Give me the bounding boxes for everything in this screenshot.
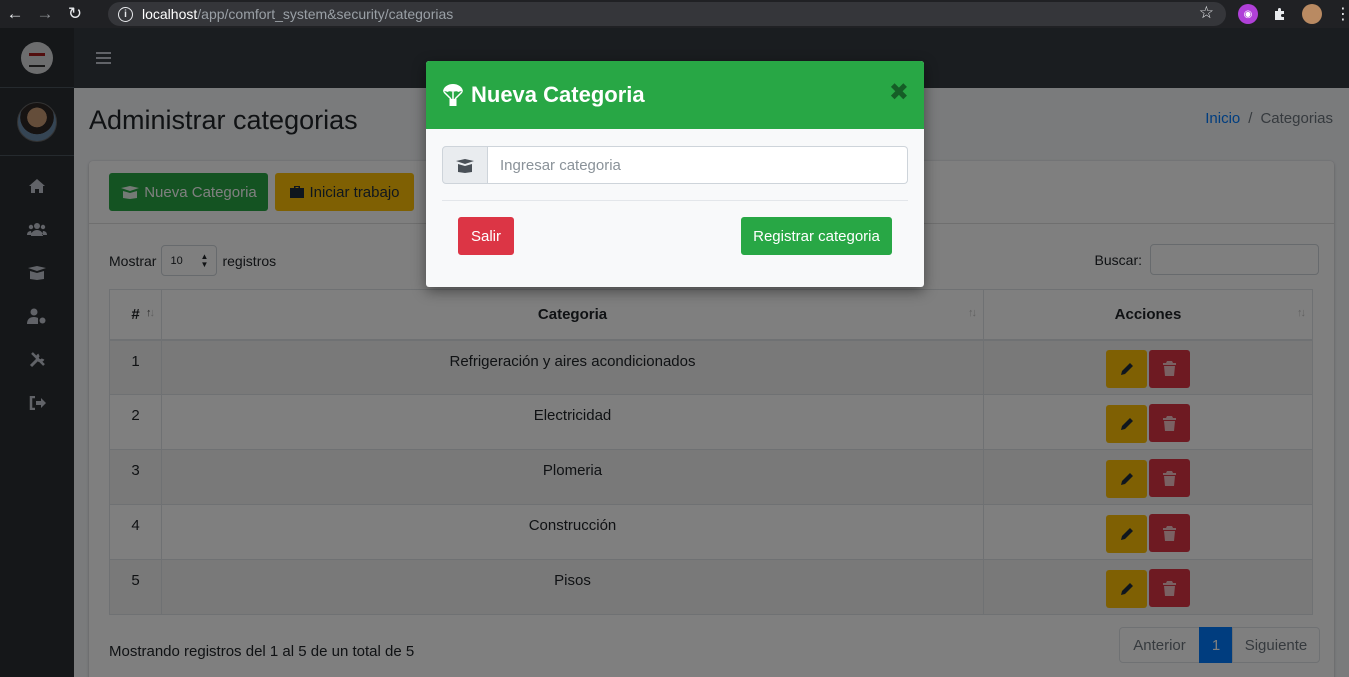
- address-bar[interactable]: i localhost/app/comfort_system&security/…: [108, 2, 1226, 26]
- modal-body: [442, 129, 908, 201]
- forward-arrow-icon[interactable]: →: [30, 0, 60, 28]
- category-input-group: [442, 146, 908, 184]
- reload-icon[interactable]: ↻: [60, 0, 90, 28]
- modal-title: Nueva Categoria: [441, 82, 645, 108]
- modal-title-text: Nueva Categoria: [471, 82, 645, 107]
- category-input[interactable]: [488, 146, 908, 184]
- parachute-box-icon: [441, 83, 465, 107]
- url-path: /app/comfort_system&security/categorias: [197, 6, 454, 22]
- register-category-button[interactable]: Registrar categoria: [741, 217, 892, 255]
- back-arrow-icon[interactable]: ←: [0, 0, 30, 28]
- close-icon[interactable]: ✖: [889, 81, 909, 105]
- input-addon: [442, 146, 488, 184]
- modal-footer: Salir Registrar categoria: [426, 201, 924, 287]
- cancel-button[interactable]: Salir: [458, 217, 514, 255]
- new-category-modal: Nueva Categoria ✖ Salir Registrar catego…: [426, 61, 924, 287]
- extension-icon[interactable]: ◉: [1238, 4, 1258, 24]
- bookmark-star-icon[interactable]: ☆: [1199, 3, 1214, 23]
- profile-avatar-icon[interactable]: [1302, 4, 1322, 24]
- box-open-icon: [456, 158, 474, 173]
- url-host: localhost: [142, 6, 198, 22]
- site-info-icon[interactable]: i: [118, 6, 133, 22]
- extensions-puzzle-icon[interactable]: [1270, 4, 1290, 24]
- browser-toolbar: ← → ↻ i localhost/app/comfort_system&sec…: [0, 0, 1349, 28]
- browser-menu-icon[interactable]: ⋮: [1333, 4, 1349, 24]
- modal-header: Nueva Categoria ✖: [426, 61, 924, 129]
